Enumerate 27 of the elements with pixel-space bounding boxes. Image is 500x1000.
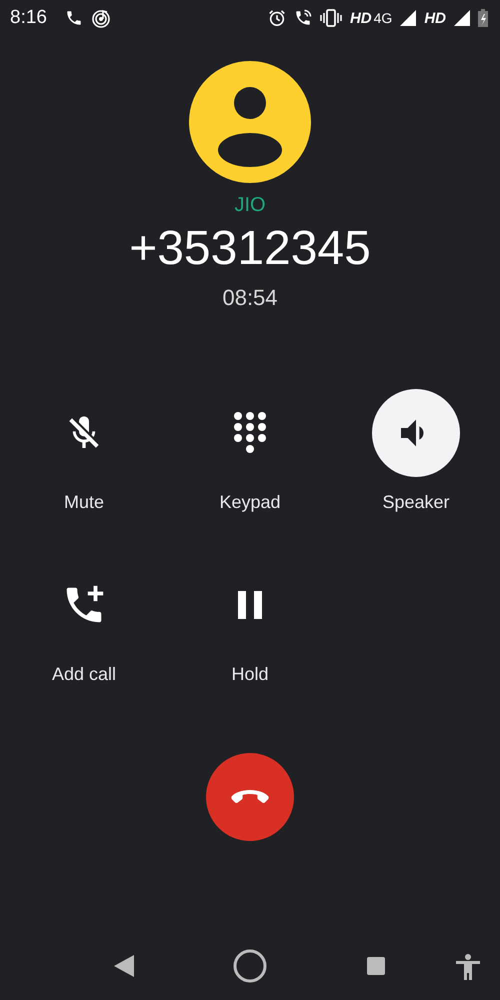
control-label: Keypad bbox=[219, 492, 281, 513]
control-label: Speaker bbox=[382, 492, 450, 513]
signal-icon bbox=[454, 10, 470, 26]
carrier-name: JIO bbox=[234, 194, 266, 217]
back-icon[interactable] bbox=[114, 955, 134, 977]
control-label: Add call bbox=[52, 664, 116, 685]
network-label: HD bbox=[350, 10, 372, 26]
signal-icon bbox=[400, 10, 416, 26]
network-type: 4G bbox=[374, 10, 392, 26]
music-disc-icon bbox=[90, 8, 111, 28]
home-icon[interactable] bbox=[232, 948, 268, 984]
wifi-calling-icon bbox=[294, 9, 312, 27]
pause-icon bbox=[235, 590, 265, 620]
recents-icon[interactable] bbox=[366, 956, 386, 976]
alarm-clock-icon bbox=[268, 9, 286, 27]
network-label: HD bbox=[424, 10, 446, 26]
accessibility-icon[interactable] bbox=[456, 954, 480, 980]
clock: 8:16 bbox=[10, 7, 47, 29]
call-duration: 08:54 bbox=[222, 285, 278, 311]
phone-number: +35312345 bbox=[129, 221, 371, 277]
battery-icon bbox=[478, 9, 488, 27]
avatar-icon bbox=[189, 61, 311, 183]
phone-icon bbox=[64, 9, 83, 27]
hang-up-icon bbox=[230, 788, 270, 806]
control-label: Mute bbox=[64, 492, 104, 513]
vibrate-icon bbox=[320, 9, 342, 27]
control-label: Hold bbox=[231, 664, 269, 685]
